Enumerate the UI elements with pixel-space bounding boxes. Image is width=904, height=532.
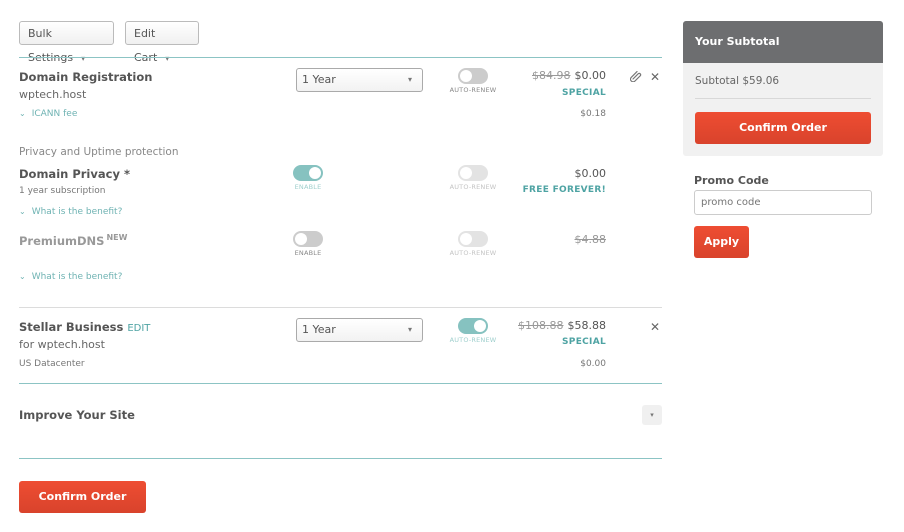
confirm-order-button-sidebar[interactable]: Confirm Order xyxy=(695,112,871,144)
datacenter-price: $0.00 xyxy=(580,359,606,369)
old-price: $84.98 xyxy=(532,69,571,82)
divider xyxy=(695,98,871,99)
hosting-datacenter: US Datacenter xyxy=(19,359,85,369)
caret-down-icon: ▾ xyxy=(81,54,86,63)
icann-fee-price: $0.18 xyxy=(580,109,606,119)
special-badge: SPECIAL xyxy=(562,88,606,98)
privacy-benefit-link[interactable]: ⌄ What is the benefit? xyxy=(19,207,122,217)
caret-down-icon: ▾ xyxy=(407,75,412,84)
privacy-benefit-label: What is the benefit? xyxy=(31,207,123,217)
caret-down-icon: ▾ xyxy=(165,54,170,63)
bulk-settings-label: Bulk Settings xyxy=(28,27,74,64)
apply-promo-button[interactable]: Apply xyxy=(694,226,749,258)
premium-dns-name: PremiumDNS xyxy=(19,233,105,248)
privacy-section-heading: Privacy and Uptime protection xyxy=(19,146,179,158)
subtotal-header: Your Subtotal xyxy=(683,21,883,63)
domain-name: wptech.host xyxy=(19,88,87,101)
domain-registration-title: Domain Registration xyxy=(19,70,153,84)
domain-privacy-subtitle: 1 year subscription xyxy=(19,186,106,196)
hosting-term-value: 1 Year xyxy=(302,323,336,336)
hosting-title: Stellar Business EDIT xyxy=(19,320,150,334)
improve-expand-button[interactable]: ▾ xyxy=(642,405,662,425)
divider xyxy=(19,57,662,58)
chevron-down-icon: ⌄ xyxy=(19,109,26,118)
premium-dns-enable-toggle[interactable] xyxy=(293,231,323,247)
current-price: $58.88 xyxy=(567,319,607,332)
hosting-edit-link[interactable]: EDIT xyxy=(127,323,150,334)
edit-cart-label: Edit Cart xyxy=(134,27,158,64)
bulk-settings-button[interactable]: Bulk Settings ▾ xyxy=(19,21,114,64)
remove-hosting-icon[interactable]: ✕ xyxy=(650,320,660,334)
premium-dns-benefit-label: What is the benefit? xyxy=(31,272,123,282)
improve-site-title: Improve Your Site xyxy=(19,408,135,422)
chevron-down-icon: ⌄ xyxy=(19,207,26,216)
paperclip-icon[interactable] xyxy=(629,70,642,85)
divider xyxy=(19,383,662,384)
icann-fee-link[interactable]: ⌄ ICANN fee xyxy=(19,109,77,119)
new-badge: NEW xyxy=(106,233,128,242)
subtotal-amount: Subtotal $59.06 xyxy=(695,75,780,87)
chevron-down-icon: ⌄ xyxy=(19,272,26,281)
domain-term-select[interactable]: 1 Year ▾ xyxy=(296,68,423,92)
free-forever-badge: FREE FOREVER! xyxy=(522,185,606,195)
domain-privacy-price: $0.00 xyxy=(574,167,607,180)
divider xyxy=(19,458,662,459)
hosting-domain: for wptech.host xyxy=(19,338,105,351)
remove-domain-icon[interactable]: ✕ xyxy=(650,70,660,84)
caret-down-icon: ▾ xyxy=(407,325,412,334)
premium-dns-title: PremiumDNS NEW xyxy=(19,233,127,248)
enable-label: ENABLE xyxy=(294,183,322,191)
confirm-order-button-bottom[interactable]: Confirm Order xyxy=(19,481,146,513)
promo-code-input[interactable] xyxy=(694,190,872,215)
edit-cart-button[interactable]: Edit Cart ▾ xyxy=(125,21,199,64)
hosting-term-select[interactable]: 1 Year ▾ xyxy=(296,318,423,342)
domain-privacy-enable-toggle[interactable] xyxy=(293,165,323,181)
domain-price: $84.98 $0.00 xyxy=(446,69,606,82)
toggle-knob xyxy=(309,167,321,179)
icann-fee-link-label: ICANN fee xyxy=(31,109,78,119)
current-price: $0.00 xyxy=(574,69,607,82)
caret-down-icon: ▾ xyxy=(650,411,654,419)
domain-privacy-title: Domain Privacy * xyxy=(19,167,130,181)
old-price: $108.88 xyxy=(518,319,564,332)
auto-renew-label: AUTO-RENEW xyxy=(449,249,497,257)
promo-code-label: Promo Code xyxy=(694,174,769,187)
premium-dns-benefit-link[interactable]: ⌄ What is the benefit? xyxy=(19,272,122,282)
special-badge: SPECIAL xyxy=(562,337,606,347)
premium-dns-price: $4.88 xyxy=(446,233,607,246)
hosting-name: Stellar Business xyxy=(19,320,124,334)
domain-term-value: 1 Year xyxy=(302,73,336,86)
toggle-knob xyxy=(295,233,307,245)
hosting-price: $108.88 $58.88 xyxy=(446,319,606,332)
enable-label: ENABLE xyxy=(294,249,322,257)
premium-dns-old-price: $4.88 xyxy=(574,233,607,246)
divider xyxy=(19,307,662,308)
